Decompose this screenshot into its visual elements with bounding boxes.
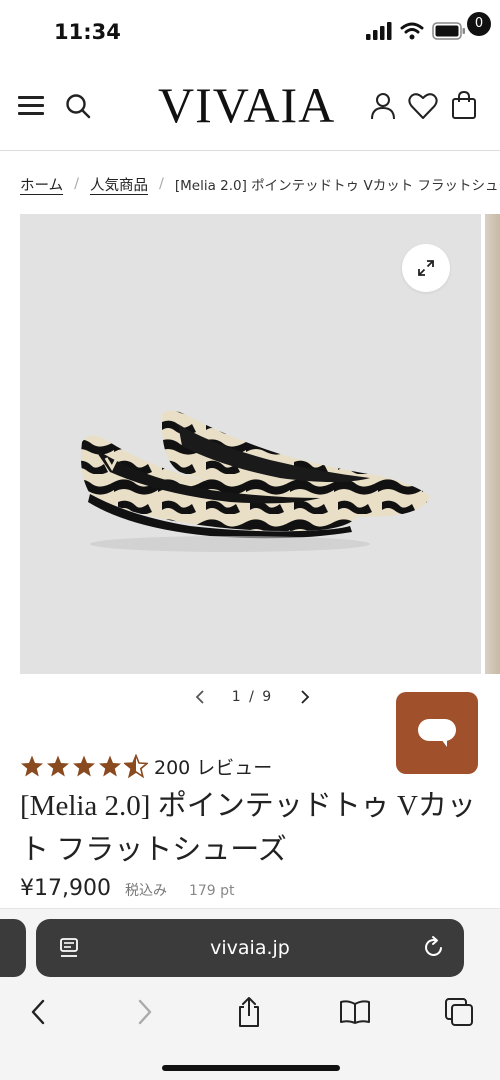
browser-toolbar: vivaia.jp [0, 908, 500, 1080]
breadcrumb-home[interactable]: ホーム [20, 174, 63, 195]
expand-icon [418, 260, 434, 276]
product-price: ¥17,900 [20, 876, 111, 901]
product-title: [Melia 2.0] ポインテッドトゥ Vカット フラットシューズ [20, 790, 476, 866]
url-text[interactable]: vivaia.jp [36, 919, 464, 977]
cart-icon[interactable] [450, 90, 480, 120]
header-divider [0, 150, 500, 151]
address-bar[interactable]: vivaia.jp [36, 919, 464, 977]
wifi-icon [400, 22, 424, 40]
status-icons [366, 22, 466, 40]
share-button[interactable] [232, 995, 266, 1029]
share-icon [239, 997, 259, 1027]
star-icon [73, 755, 95, 777]
status-bar: 11:34 [0, 0, 500, 64]
next-image-peek[interactable] [485, 214, 500, 674]
tax-note: 税込み [124, 883, 167, 899]
star-icon [21, 755, 43, 777]
chat-icon [418, 719, 456, 747]
product-rating[interactable]: 200 レビュー [20, 752, 272, 780]
star-icon [47, 755, 69, 777]
gallery-pager: 1 / 9 [195, 686, 310, 708]
bookmarks-button[interactable] [338, 995, 372, 1029]
battery-icon [432, 22, 465, 40]
reload-icon[interactable] [422, 935, 446, 959]
forward-button[interactable] [128, 995, 162, 1029]
cart-count-badge: 0 [467, 12, 491, 36]
forward-icon [138, 999, 152, 1025]
breadcrumb-category[interactable]: 人気商品 [90, 174, 148, 195]
product-image [81, 410, 430, 552]
menu-icon[interactable] [18, 96, 44, 116]
previous-tab-peek[interactable] [0, 919, 26, 977]
breadcrumb: ホーム / 人気商品 / [Melia 2.0] ポインテッドトゥ Vカット フ… [20, 172, 500, 196]
reward-points: 179 pt [188, 883, 235, 899]
status-time: 11:34 [54, 20, 121, 44]
price-row: ¥17,900 税込み 179 pt [20, 876, 235, 901]
tabs-icon [445, 998, 473, 1026]
chat-button[interactable] [396, 692, 478, 774]
rating-stars [20, 754, 148, 778]
home-indicator [162, 1065, 340, 1071]
product-image-gallery[interactable] [20, 214, 481, 674]
chevron-right-icon[interactable] [298, 690, 310, 704]
review-count[interactable]: 200 レビュー [154, 753, 272, 780]
bookmarks-icon [340, 1000, 370, 1024]
signal-icon [366, 22, 392, 40]
half-star-icon [124, 754, 148, 778]
tabs-button[interactable] [442, 995, 476, 1029]
heart-icon[interactable] [408, 92, 438, 120]
breadcrumb-separator: / [158, 176, 164, 192]
search-icon[interactable] [64, 92, 92, 120]
reader-icon[interactable] [58, 937, 80, 959]
gallery-counter: 1 / 9 [231, 689, 274, 705]
back-button[interactable] [21, 995, 55, 1029]
breadcrumb-current: [Melia 2.0] ポインテッドトゥ Vカット フラットシューズ [174, 178, 500, 194]
chevron-left-icon[interactable] [195, 690, 207, 704]
breadcrumb-separator: / [74, 176, 79, 192]
back-icon [31, 999, 45, 1025]
account-icon[interactable] [370, 92, 396, 120]
site-logo[interactable]: VIVAIA [158, 80, 335, 130]
site-header: VIVAIA [0, 72, 500, 142]
expand-image-button[interactable] [402, 244, 450, 292]
star-icon [99, 755, 121, 777]
